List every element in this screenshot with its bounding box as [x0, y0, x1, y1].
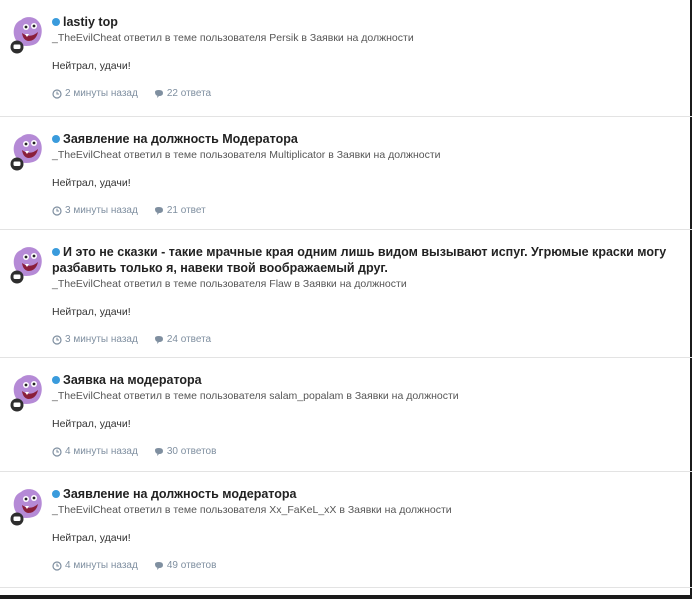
post-time[interactable]: 2 минуты назад: [65, 88, 138, 100]
reply-count: 24 ответа: [166, 334, 212, 345]
thread-title[interactable]: Заявление на должность модератора: [63, 487, 296, 501]
post-time[interactable]: 4 минуты назад: [65, 560, 138, 572]
list-item[interactable]: lastiy top _TheEvilCheat ответил в теме …: [0, 0, 692, 117]
clock-icon: [52, 561, 62, 571]
avatar[interactable]: [10, 372, 44, 412]
reply-count: 22 ответа: [166, 88, 212, 99]
purple-creature-avatar-icon: [10, 375, 42, 412]
speech-bubble-icon: [154, 447, 164, 457]
list-item[interactable]: И это не сказки - такие мрачные края одн…: [0, 230, 692, 358]
unread-dot-icon: [52, 490, 60, 498]
reply-count: 49 ответов: [166, 560, 217, 571]
activity-meta: _TheEvilCheat ответил в теме пользовател…: [52, 278, 407, 290]
post-snippet: Нейтрал, удачи!: [52, 177, 131, 189]
avatar[interactable]: [10, 486, 44, 526]
unread-dot-icon: [52, 135, 60, 143]
list-item[interactable]: Заявление на должность Модератора _TheEv…: [0, 117, 692, 230]
clock-icon: [52, 206, 62, 216]
thread-title[interactable]: И это не сказки - такие мрачные края одн…: [52, 245, 666, 275]
post-snippet: Нейтрал, удачи!: [52, 532, 131, 544]
post-time[interactable]: 3 минуты назад: [65, 205, 138, 217]
clock-icon: [52, 89, 62, 99]
clock-icon: [52, 447, 62, 457]
post-snippet: Нейтрал, удачи!: [52, 418, 131, 430]
post-snippet: Нейтрал, удачи!: [52, 306, 131, 318]
avatar[interactable]: [10, 14, 44, 54]
activity-feed: lastiy top _TheEvilCheat ответил в теме …: [0, 0, 692, 588]
avatar[interactable]: [10, 131, 44, 171]
unread-dot-icon: [52, 18, 60, 26]
activity-meta: _TheEvilCheat ответил в теме пользовател…: [52, 32, 414, 44]
speech-bubble-icon: [154, 89, 164, 99]
reply-count: 21 ответ: [166, 205, 206, 216]
thread-title[interactable]: lastiy top: [63, 15, 118, 29]
post-time[interactable]: 4 минуты назад: [65, 446, 138, 458]
speech-bubble-icon: [154, 206, 164, 216]
purple-creature-avatar-icon: [10, 247, 42, 284]
activity-meta: _TheEvilCheat ответил в теме пользовател…: [52, 390, 459, 402]
list-item[interactable]: Заявление на должность модератора _TheEv…: [0, 472, 692, 588]
activity-meta: _TheEvilCheat ответил в теме пользовател…: [52, 149, 441, 161]
purple-creature-avatar-icon: [10, 134, 42, 171]
clock-icon: [52, 335, 62, 345]
thread-title[interactable]: Заявление на должность Модератора: [63, 132, 298, 146]
unread-dot-icon: [52, 248, 60, 256]
purple-creature-avatar-icon: [10, 17, 42, 54]
purple-creature-avatar-icon: [10, 489, 42, 526]
thread-title[interactable]: Заявка на модератора: [63, 373, 202, 387]
post-snippet: Нейтрал, удачи!: [52, 60, 131, 72]
unread-dot-icon: [52, 376, 60, 384]
post-time[interactable]: 3 минуты назад: [65, 334, 138, 346]
list-item[interactable]: Заявка на модератора _TheEvilCheat ответ…: [0, 358, 692, 472]
reply-count: 30 ответов: [166, 446, 217, 457]
activity-meta: _TheEvilCheat ответил в теме пользовател…: [52, 504, 452, 516]
speech-bubble-icon: [154, 335, 164, 345]
speech-bubble-icon: [154, 561, 164, 571]
avatar[interactable]: [10, 244, 44, 284]
